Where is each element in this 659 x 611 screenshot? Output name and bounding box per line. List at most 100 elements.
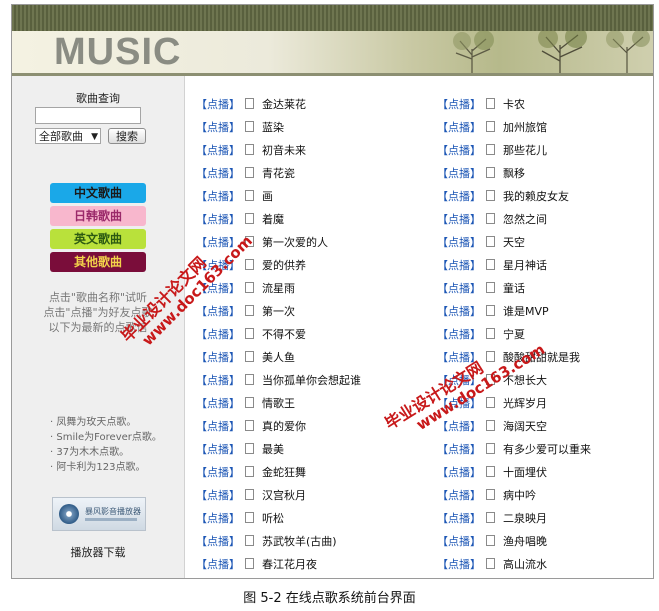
song-name-link[interactable]: 金达莱花: [262, 98, 306, 111]
dedicate-button[interactable]: 【点播】: [196, 351, 240, 364]
dedicate-button[interactable]: 【点播】: [196, 535, 240, 548]
song-name-link[interactable]: 有多少爱可以重来: [503, 443, 591, 456]
document-icon: [486, 121, 495, 132]
document-icon: [245, 443, 254, 454]
song-name-link[interactable]: 十面埋伏: [503, 466, 547, 479]
document-icon: [245, 489, 254, 500]
document-icon: [486, 328, 495, 339]
song-name-link[interactable]: 蓝染: [262, 121, 284, 134]
song-name-link[interactable]: 情歌王: [262, 397, 295, 410]
dedicate-button[interactable]: 【点播】: [196, 121, 240, 134]
category-select-value: 全部歌曲: [39, 130, 83, 143]
category-other-songs[interactable]: 其他歌曲: [50, 252, 146, 272]
dedicate-button[interactable]: 【点播】: [437, 213, 481, 226]
dedicate-button[interactable]: 【点播】: [196, 328, 240, 341]
player-download-banner[interactable]: 暴风影音播放器: [52, 497, 146, 531]
dedicate-button[interactable]: 【点播】: [196, 98, 240, 111]
search-button[interactable]: 搜索: [108, 128, 146, 144]
dedicate-button[interactable]: 【点播】: [196, 374, 240, 387]
song-name-link[interactable]: 飘移: [503, 167, 525, 180]
song-name-link[interactable]: 初音未来: [262, 144, 306, 157]
song-name-link[interactable]: 二泉映月: [503, 512, 547, 525]
dedicate-button[interactable]: 【点播】: [196, 512, 240, 525]
song-name-link[interactable]: 真的爱你: [262, 420, 306, 433]
dedicate-button[interactable]: 【点播】: [196, 190, 240, 203]
document-icon: [486, 443, 495, 454]
document-icon: [486, 190, 495, 201]
song-name-link[interactable]: 海阔天空: [503, 420, 547, 433]
song-row: 【点播】 加州旅馆: [437, 120, 547, 136]
song-row: 【点播】 病中吟: [437, 488, 536, 504]
dedicate-button[interactable]: 【点播】: [437, 121, 481, 134]
dedication-item: · 阿卡利为123点歌。: [50, 462, 146, 473]
song-name-link[interactable]: 流星雨: [262, 282, 295, 295]
player-download-link[interactable]: 播放器下载: [12, 544, 184, 560]
song-name-link[interactable]: 听松: [262, 512, 284, 525]
dedicate-button[interactable]: 【点播】: [196, 466, 240, 479]
dedicate-button[interactable]: 【点播】: [196, 489, 240, 502]
song-name-link[interactable]: 天空: [503, 236, 525, 249]
song-name-link[interactable]: 病中吟: [503, 489, 536, 502]
dedicate-button[interactable]: 【点播】: [437, 144, 481, 157]
category-chinese-songs[interactable]: 中文歌曲: [50, 183, 146, 203]
song-name-link[interactable]: 着魔: [262, 213, 284, 226]
song-name-link[interactable]: 卡农: [503, 98, 525, 111]
dedicate-button[interactable]: 【点播】: [437, 558, 481, 571]
dedicate-button[interactable]: 【点播】: [437, 98, 481, 111]
search-input[interactable]: [35, 107, 141, 124]
document-icon: [245, 144, 254, 155]
song-name-link[interactable]: 当你孤单你会想起谁: [262, 374, 361, 387]
category-english-songs[interactable]: 英文歌曲: [50, 229, 146, 249]
song-row: 【点播】 那些花儿: [437, 143, 547, 159]
dedicate-button[interactable]: 【点播】: [437, 190, 481, 203]
document-icon: [486, 397, 495, 408]
document-icon: [245, 98, 254, 109]
song-row: 【点播】 飘移: [437, 166, 525, 182]
category-japanese-korean-songs[interactable]: 日韩歌曲: [50, 206, 146, 226]
dedicate-button[interactable]: 【点播】: [437, 512, 481, 525]
song-name-link[interactable]: 最美: [262, 443, 284, 456]
dedicate-button[interactable]: 【点播】: [437, 259, 481, 272]
dedicate-button[interactable]: 【点播】: [196, 144, 240, 157]
song-name-link[interactable]: 汉宫秋月: [262, 489, 306, 502]
dedicate-button[interactable]: 【点播】: [437, 535, 481, 548]
song-name-link[interactable]: 高山流水: [503, 558, 547, 571]
dedicate-button[interactable]: 【点播】: [437, 282, 481, 295]
song-name-link[interactable]: 忽然之间: [503, 213, 547, 226]
song-name-link[interactable]: 第一次爱的人: [262, 236, 328, 249]
dedicate-button[interactable]: 【点播】: [196, 397, 240, 410]
song-name-link[interactable]: 春江花月夜: [262, 558, 317, 571]
dedicate-button[interactable]: 【点播】: [437, 489, 481, 502]
song-name-link[interactable]: 苏武牧羊(古曲): [262, 535, 337, 548]
dedicate-button[interactable]: 【点播】: [437, 420, 481, 433]
dedicate-button[interactable]: 【点播】: [437, 236, 481, 249]
song-name-link[interactable]: 爱的供养: [262, 259, 306, 272]
song-name-link[interactable]: 青花瓷: [262, 167, 295, 180]
song-name-link[interactable]: 渔舟唱晚: [503, 535, 547, 548]
dedicate-button[interactable]: 【点播】: [437, 167, 481, 180]
dedicate-button[interactable]: 【点播】: [437, 443, 481, 456]
dedicate-button[interactable]: 【点播】: [437, 466, 481, 479]
song-name-link[interactable]: 不得不爱: [262, 328, 306, 341]
song-row: 【点播】 卡农: [437, 97, 525, 113]
dedicate-button[interactable]: 【点播】: [196, 420, 240, 433]
song-name-link[interactable]: 光辉岁月: [503, 397, 547, 410]
song-name-link[interactable]: 我的赖皮女友: [503, 190, 569, 203]
song-name-link[interactable]: 画: [262, 190, 273, 203]
song-name-link[interactable]: 那些花儿: [503, 144, 547, 157]
song-name-link[interactable]: 金蛇狂舞: [262, 466, 306, 479]
song-name-link[interactable]: 第一次: [262, 305, 295, 318]
song-name-link[interactable]: 美人鱼: [262, 351, 295, 364]
dedicate-button[interactable]: 【点播】: [196, 167, 240, 180]
document-icon: [245, 121, 254, 132]
dedicate-button[interactable]: 【点播】: [437, 328, 481, 341]
dedicate-button[interactable]: 【点播】: [437, 305, 481, 318]
dedicate-button[interactable]: 【点播】: [196, 443, 240, 456]
song-name-link[interactable]: 加州旅馆: [503, 121, 547, 134]
dedicate-button[interactable]: 【点播】: [196, 558, 240, 571]
dedicate-button[interactable]: 【点播】: [196, 305, 240, 318]
song-name-link[interactable]: 童话: [503, 282, 525, 295]
song-name-link[interactable]: 谁是MVP: [503, 305, 549, 318]
song-name-link[interactable]: 星月神话: [503, 259, 547, 272]
category-select[interactable]: 全部歌曲 ▼: [35, 128, 101, 144]
